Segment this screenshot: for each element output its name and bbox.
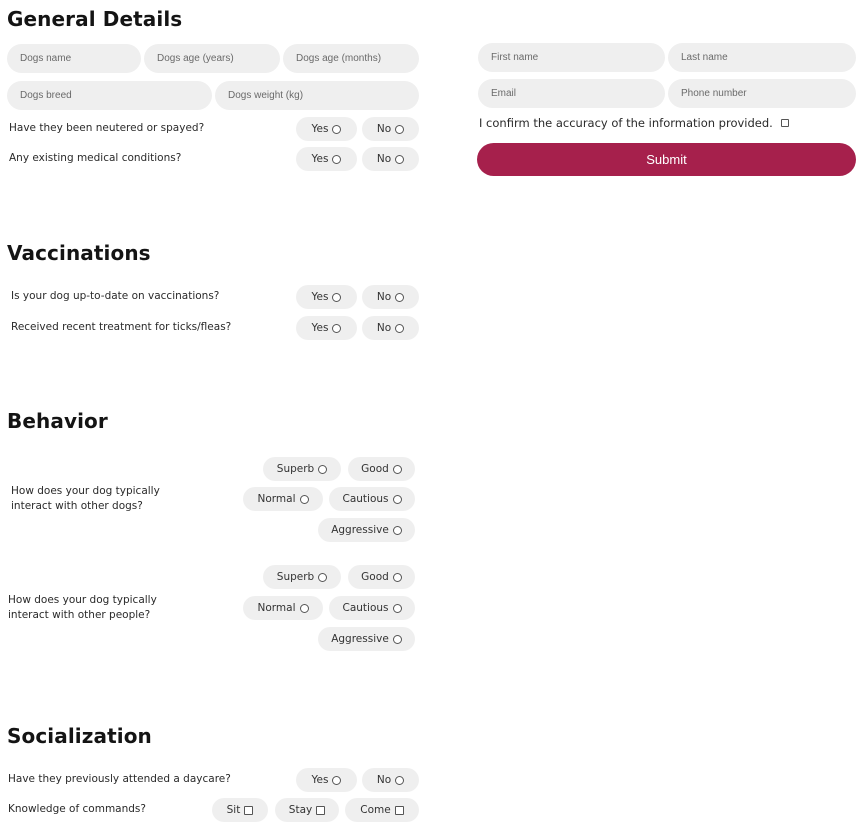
option-label: Yes [311, 322, 329, 334]
radio-icon[interactable] [332, 323, 342, 333]
radio-icon[interactable] [395, 775, 405, 785]
people-normal-option[interactable]: Normal [243, 596, 323, 620]
radio-icon[interactable] [392, 572, 402, 582]
radio-icon[interactable] [395, 292, 405, 302]
radio-icon[interactable] [392, 603, 402, 613]
option-label: Stay [288, 804, 313, 816]
radio-icon[interactable] [395, 154, 405, 164]
medical-yes-option[interactable]: Yes [296, 147, 357, 171]
people-good-option[interactable]: Good [348, 565, 415, 589]
medical-no-option[interactable]: No [362, 147, 419, 171]
option-label: Normal [257, 493, 296, 505]
daycare-no-option[interactable]: No [362, 768, 419, 792]
vaccinations-heading: Vaccinations [7, 241, 151, 265]
option-label: Sit [226, 804, 241, 816]
radio-icon[interactable] [332, 154, 342, 164]
dogs-good-option[interactable]: Good [348, 457, 415, 481]
option-label: Good [361, 463, 389, 475]
ticks-no-option[interactable]: No [362, 316, 419, 340]
command-come-option[interactable]: Come [345, 798, 419, 822]
dogs-age-months-input[interactable] [283, 44, 419, 73]
daycare-question: Have they previously attended a daycare? [8, 773, 231, 785]
ticks-yes-option[interactable]: Yes [296, 316, 357, 340]
dogs-superb-option[interactable]: Superb [263, 457, 341, 481]
socialization-heading: Socialization [7, 724, 152, 748]
dogs-age-years-input[interactable] [144, 44, 280, 73]
dogs-aggressive-option[interactable]: Aggressive [318, 518, 415, 542]
option-label: Yes [311, 291, 329, 303]
option-label: Yes [311, 774, 329, 786]
first-name-input[interactable] [478, 43, 665, 72]
option-label: No [376, 322, 392, 334]
dogs-breed-input[interactable] [7, 81, 212, 110]
option-label: Cautious [342, 602, 389, 614]
option-label: Come [360, 804, 391, 816]
people-interaction-question: How does your dog typically interact wit… [8, 594, 157, 621]
radio-icon[interactable] [332, 775, 342, 785]
general-details-heading: General Details [7, 7, 183, 31]
neutered-question: Have they been neutered or spayed? [9, 122, 205, 134]
people-aggressive-option[interactable]: Aggressive [318, 627, 415, 651]
daycare-yes-option[interactable]: Yes [296, 768, 357, 792]
option-label: Aggressive [331, 633, 389, 645]
people-cautious-option[interactable]: Cautious [329, 596, 415, 620]
medical-question: Any existing medical conditions? [9, 152, 182, 164]
dogs-interaction-question: How does your dog typically interact wit… [11, 485, 160, 512]
option-label: No [376, 153, 392, 165]
dogs-cautious-option[interactable]: Cautious [329, 487, 415, 511]
neutered-no-option[interactable]: No [362, 117, 419, 141]
vaccinations-question: Is your dog up-to-date on vaccinations? [11, 290, 220, 302]
radio-icon[interactable] [395, 323, 405, 333]
option-label: Superb [276, 571, 315, 583]
radio-icon[interactable] [299, 494, 309, 504]
radio-icon[interactable] [392, 464, 402, 474]
command-sit-option[interactable]: Sit [212, 798, 268, 822]
dogs-name-input[interactable] [7, 44, 141, 73]
dogs-normal-option[interactable]: Normal [243, 487, 323, 511]
command-stay-option[interactable]: Stay [275, 798, 339, 822]
checkbox-icon[interactable] [394, 805, 404, 815]
radio-icon[interactable] [395, 124, 405, 134]
option-label: Yes [311, 123, 329, 135]
behavior-heading: Behavior [7, 409, 108, 433]
radio-icon[interactable] [318, 572, 328, 582]
radio-icon[interactable] [332, 124, 342, 134]
option-label: No [376, 123, 392, 135]
option-label: No [376, 291, 392, 303]
option-label: Normal [257, 602, 296, 614]
option-label: Yes [311, 153, 329, 165]
last-name-input[interactable] [668, 43, 856, 72]
radio-icon[interactable] [299, 603, 309, 613]
vaccinations-yes-option[interactable]: Yes [296, 285, 357, 309]
neutered-yes-option[interactable]: Yes [296, 117, 357, 141]
checkbox-icon[interactable] [244, 805, 254, 815]
radio-icon[interactable] [332, 292, 342, 302]
commands-question: Knowledge of commands? [8, 803, 146, 815]
option-label: No [376, 774, 392, 786]
confirm-row: I confirm the accuracy of the informatio… [479, 116, 789, 130]
confirm-label: I confirm the accuracy of the informatio… [479, 116, 773, 130]
vaccinations-no-option[interactable]: No [362, 285, 419, 309]
radio-icon[interactable] [392, 494, 402, 504]
email-input[interactable] [478, 79, 665, 108]
option-label: Superb [276, 463, 315, 475]
option-label: Cautious [342, 493, 389, 505]
radio-icon[interactable] [392, 634, 402, 644]
phone-input[interactable] [668, 79, 856, 108]
ticks-question: Received recent treatment for ticks/flea… [11, 321, 232, 333]
option-label: Aggressive [331, 524, 389, 536]
checkbox-icon[interactable] [316, 805, 326, 815]
option-label: Good [361, 571, 389, 583]
radio-icon[interactable] [392, 525, 402, 535]
submit-button[interactable]: Submit [477, 143, 856, 176]
people-superb-option[interactable]: Superb [263, 565, 341, 589]
radio-icon[interactable] [318, 464, 328, 474]
dogs-weight-input[interactable] [215, 81, 419, 110]
confirm-checkbox[interactable] [780, 119, 789, 127]
